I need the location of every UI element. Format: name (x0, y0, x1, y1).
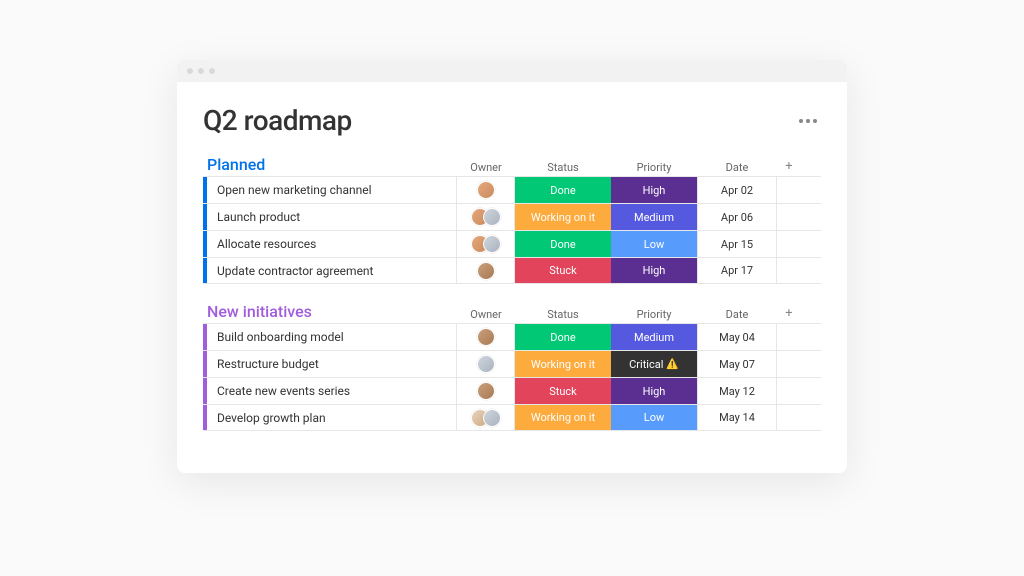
date-cell[interactable]: May 12 (697, 378, 777, 404)
avatar (477, 181, 495, 199)
window-dot (209, 68, 215, 74)
header-row: Q2 roadmap (203, 104, 821, 137)
priority-cell[interactable]: Low (611, 231, 697, 257)
table-row[interactable]: Build onboarding model Done Medium May 04 (203, 323, 821, 350)
item-name[interactable]: Create new events series (207, 378, 457, 404)
priority-cell[interactable]: High (611, 177, 697, 203)
column-header-date: Date (697, 161, 777, 174)
content-area: Q2 roadmap PlannedOwnerStatusPriorityDat… (177, 82, 847, 473)
priority-label: Critical (629, 358, 663, 371)
row-end (777, 258, 801, 283)
column-header-status: Status (515, 308, 611, 321)
item-name[interactable]: Update contractor agreement (207, 258, 457, 283)
owner-cell[interactable] (457, 324, 515, 350)
column-header-owner: Owner (457, 308, 515, 321)
avatar (483, 235, 501, 253)
priority-cell[interactable]: Low (611, 405, 697, 430)
window-titlebar (177, 60, 847, 82)
column-header-status: Status (515, 161, 611, 174)
owner-cell[interactable] (457, 351, 515, 377)
date-cell[interactable]: May 14 (697, 405, 777, 430)
group: New initiativesOwnerStatusPriorityDate+ B… (203, 302, 821, 431)
date-cell[interactable]: May 07 (697, 351, 777, 377)
row-end (777, 204, 801, 230)
status-cell[interactable]: Done (515, 177, 611, 203)
app-window: Q2 roadmap PlannedOwnerStatusPriorityDat… (177, 60, 847, 473)
table-row[interactable]: Launch product Working on it Medium Apr 06 (203, 203, 821, 230)
row-end (777, 324, 801, 350)
avatar (477, 262, 495, 280)
date-cell[interactable]: Apr 02 (697, 177, 777, 203)
status-cell[interactable]: Working on it (515, 351, 611, 377)
date-cell[interactable]: Apr 17 (697, 258, 777, 283)
item-name[interactable]: Restructure budget (207, 351, 457, 377)
table-row[interactable]: Restructure budgetWorking on itCritical⚠… (203, 350, 821, 377)
status-cell[interactable]: Done (515, 324, 611, 350)
status-cell[interactable]: Working on it (515, 405, 611, 430)
date-cell[interactable]: May 04 (697, 324, 777, 350)
window-dot (198, 68, 204, 74)
priority-cell[interactable]: High (611, 258, 697, 283)
row-end (777, 405, 801, 430)
group-header: PlannedOwnerStatusPriorityDate+ (203, 155, 821, 174)
priority-cell[interactable]: Medium (611, 204, 697, 230)
status-cell[interactable]: Stuck (515, 378, 611, 404)
item-name[interactable]: Open new marketing channel (207, 177, 457, 203)
priority-label: High (643, 264, 666, 277)
column-header-date: Date (697, 308, 777, 321)
add-column-icon[interactable]: + (777, 306, 801, 321)
status-cell[interactable]: Done (515, 231, 611, 257)
priority-cell[interactable]: High (611, 378, 697, 404)
status-cell[interactable]: Working on it (515, 204, 611, 230)
owner-cell[interactable] (457, 204, 515, 230)
priority-label: Low (644, 238, 664, 251)
item-name[interactable]: Launch product (207, 204, 457, 230)
item-name[interactable]: Develop growth plan (207, 405, 457, 430)
priority-label: High (643, 184, 666, 197)
column-header-owner: Owner (457, 161, 515, 174)
warning-icon: ⚠️ (666, 359, 678, 370)
priority-label: Low (644, 411, 664, 424)
window-dot (187, 68, 193, 74)
add-column-icon[interactable]: + (777, 159, 801, 174)
owner-cell[interactable] (457, 378, 515, 404)
avatar (477, 355, 495, 373)
priority-label: Medium (634, 211, 674, 224)
table-row[interactable]: Update contractor agreement Stuck High Apr … (203, 257, 821, 284)
status-cell[interactable]: Stuck (515, 258, 611, 283)
priority-cell[interactable]: Critical⚠️ (611, 351, 697, 377)
avatar (477, 328, 495, 346)
item-name[interactable]: Allocate resources (207, 231, 457, 257)
group-title[interactable]: New initiatives (203, 302, 457, 321)
owner-cell[interactable] (457, 231, 515, 257)
column-header-priority: Priority (611, 308, 697, 321)
group-header: New initiativesOwnerStatusPriorityDate+ (203, 302, 821, 321)
column-header-priority: Priority (611, 161, 697, 174)
group: PlannedOwnerStatusPriorityDate+ Open new … (203, 155, 821, 284)
row-end (777, 351, 801, 377)
priority-label: Medium (634, 331, 674, 344)
row-end (777, 378, 801, 404)
priority-label: High (643, 385, 666, 398)
table-row[interactable]: Allocate resources Done Low Apr 15 (203, 230, 821, 257)
date-cell[interactable]: Apr 15 (697, 231, 777, 257)
date-cell[interactable]: Apr 06 (697, 204, 777, 230)
avatar (483, 409, 501, 427)
page-title: Q2 roadmap (203, 104, 352, 137)
table-row[interactable]: Open new marketing channel Done High Apr 02 (203, 176, 821, 203)
avatar (477, 382, 495, 400)
owner-cell[interactable] (457, 405, 515, 430)
table-row[interactable]: Create new events series Stuck High May 12 (203, 377, 821, 404)
row-end (777, 177, 801, 203)
avatar (483, 208, 501, 226)
table-row[interactable]: Develop growth plan Working on it Low May 1… (203, 404, 821, 431)
item-name[interactable]: Build onboarding model (207, 324, 457, 350)
priority-cell[interactable]: Medium (611, 324, 697, 350)
owner-cell[interactable] (457, 258, 515, 283)
row-end (777, 231, 801, 257)
owner-cell[interactable] (457, 177, 515, 203)
more-options-icon[interactable] (795, 115, 821, 127)
group-title[interactable]: Planned (203, 155, 457, 174)
